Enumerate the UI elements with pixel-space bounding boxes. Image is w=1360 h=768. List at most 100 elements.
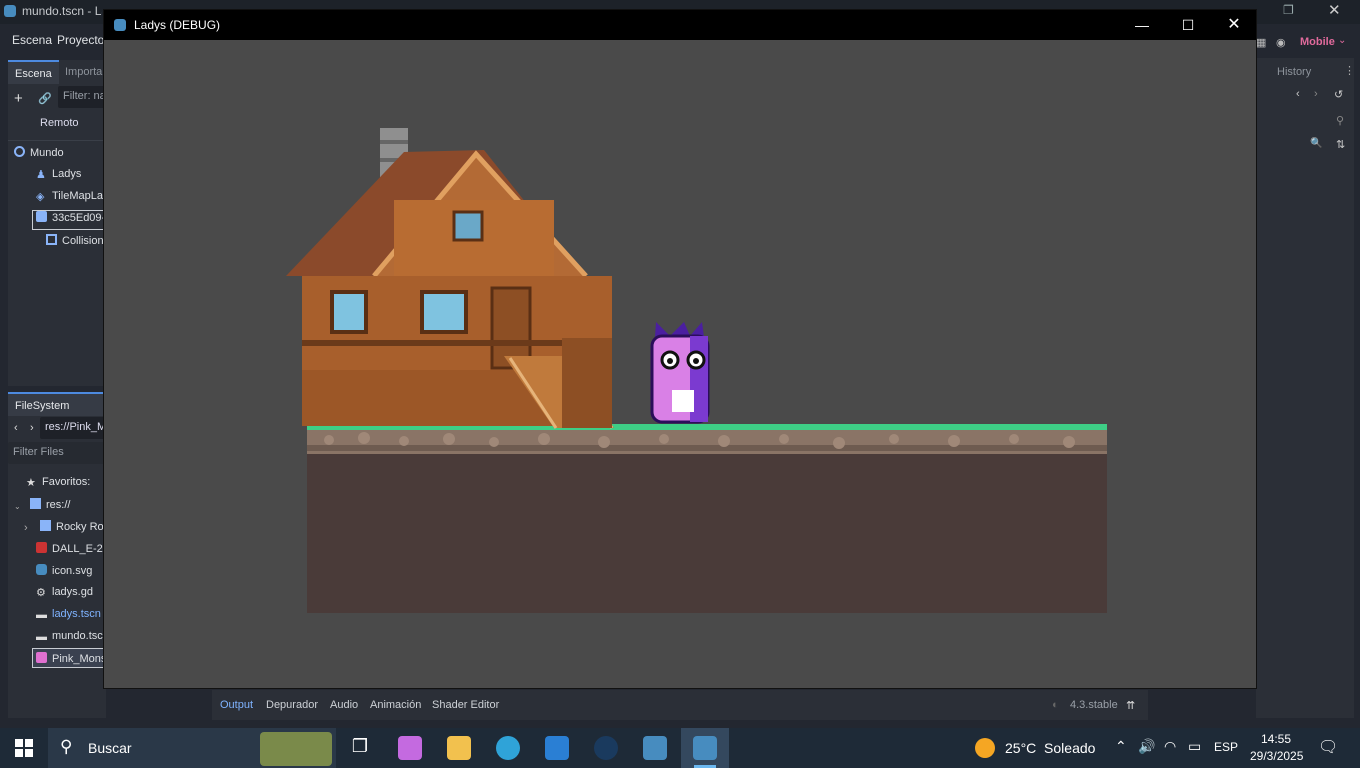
game-window-title: Ladys (DEBUG): [134, 18, 221, 32]
bottom-panel: Output Depurador Audio Animación Shader …: [212, 690, 1148, 720]
tab-shader-editor[interactable]: Shader Editor: [432, 699, 499, 711]
clock-time[interactable]: 14:55: [1261, 732, 1291, 746]
tab-depurador[interactable]: Depurador: [266, 699, 318, 711]
filter-files-input[interactable]: Filter Files: [8, 442, 106, 464]
remote-button[interactable]: Remoto: [40, 117, 79, 129]
godot-icon: [114, 19, 126, 31]
link-icon[interactable]: 🔗: [38, 92, 52, 105]
add-node-icon[interactable]: +: [14, 90, 23, 107]
movie-icon[interactable]: ◉: [1276, 36, 1286, 49]
maximize-button[interactable]: ☐: [1165, 10, 1211, 40]
search-highlight-image: [260, 732, 332, 766]
game-titlebar: Ladys (DEBUG) — ☐ ✕: [104, 10, 1256, 40]
tab-audio[interactable]: Audio: [330, 699, 358, 711]
tree-item-mundo[interactable]: Mundo: [14, 146, 64, 168]
minimize-button[interactable]: —: [1119, 10, 1165, 40]
editor-title: mundo.tscn - Ladys - Godot Engine: [22, 4, 102, 18]
godot-icon: [4, 5, 16, 17]
chevron-down-icon[interactable]: ⌄: [1338, 35, 1346, 46]
tilemap-icon: ◈: [36, 191, 45, 203]
favorites-item[interactable]: ★ Favoritos:: [26, 476, 90, 498]
clock-date[interactable]: 29/3/2025: [1250, 749, 1303, 763]
path-input[interactable]: res://Pink_M: [40, 417, 106, 439]
tree-item-collisionshape[interactable]: CollisionShape: [46, 234, 106, 256]
chevron-right-icon: ›: [24, 522, 28, 534]
log-cabin: [286, 128, 614, 429]
sprite-icon: [36, 211, 47, 222]
chevron-up-icon[interactable]: ⌃: [1115, 738, 1127, 755]
stone-platform: [307, 430, 1107, 454]
task-view-icon[interactable]: ❐: [348, 736, 372, 760]
dock-menu-icon[interactable]: ⋮: [1344, 64, 1355, 77]
game-viewport[interactable]: [104, 40, 1256, 688]
tab-filesystem[interactable]: FileSystem: [8, 392, 106, 416]
folder-icon: [40, 520, 51, 531]
res-root-item[interactable]: ⌄ res://: [14, 498, 70, 520]
language-indicator[interactable]: ESP: [1214, 740, 1238, 754]
file-item-pink-monster[interactable]: Pink_Monst: [32, 648, 106, 668]
scene-icon: ▬: [36, 609, 47, 621]
close-button[interactable]: ✕: [1211, 10, 1257, 40]
folder-icon: [30, 498, 41, 509]
notifications-icon[interactable]: 🗨: [1318, 737, 1338, 757]
tab-animacion[interactable]: Animación: [370, 699, 421, 711]
godot-debug-icon[interactable]: [693, 736, 717, 760]
copilot-icon[interactable]: [398, 736, 422, 760]
update-spinner-icon: ◐: [1052, 699, 1059, 711]
gear-icon: ⚙: [36, 587, 46, 599]
battery-icon[interactable]: ▭: [1188, 738, 1201, 755]
game-debug-window[interactable]: Ladys (DEBUG) — ☐ ✕: [103, 9, 1257, 689]
filter-nodes-input[interactable]: Filter: nam: [58, 86, 106, 108]
forward-icon[interactable]: ›: [30, 422, 34, 434]
search-box[interactable]: ⚲ Buscar: [48, 728, 336, 768]
wifi-icon[interactable]: ◠: [1164, 738, 1176, 755]
file-item-dalle[interactable]: DALL_E-202: [36, 542, 106, 564]
edge-icon[interactable]: [496, 736, 520, 760]
restore-icon[interactable]: ❐: [1283, 3, 1294, 17]
back-icon[interactable]: ‹: [1296, 88, 1300, 100]
chevron-down-icon: ⌄: [14, 502, 21, 511]
node2d-icon: [14, 146, 25, 157]
steam-icon[interactable]: [594, 736, 618, 760]
volume-icon[interactable]: 🔊: [1138, 738, 1155, 755]
collision-icon: [46, 234, 57, 245]
weather-text[interactable]: 25°C Soleado: [1005, 740, 1095, 756]
file-item-ladys-tscn[interactable]: ▬ ladys.tscn: [36, 608, 101, 630]
scene-icon: ▬: [36, 631, 47, 643]
tree-item-sprite[interactable]: 33c5Ed09-a: [32, 210, 106, 230]
windows-start-icon[interactable]: [15, 739, 33, 757]
file-item-ladys-gd[interactable]: ⚙ ladys.gd: [36, 586, 93, 608]
tree-item-tilemaplayer[interactable]: ◈TileMapLayer: [36, 190, 106, 212]
godot-icon[interactable]: [643, 736, 667, 760]
menu-proyecto[interactable]: Proyecto: [57, 33, 104, 47]
sort-icon[interactable]: ⇅: [1336, 138, 1345, 151]
file-item-rocky-road[interactable]: ›Rocky Road: [24, 520, 106, 542]
file-item-icon-svg[interactable]: icon.svg: [36, 564, 92, 586]
filesystem-dock: FileSystem ‹ › res://Pink_M Filter Files…: [8, 392, 106, 718]
search-icon[interactable]: 🔍: [1310, 138, 1322, 149]
remote-debug-icon[interactable]: ▦: [1256, 36, 1266, 49]
back-icon[interactable]: ‹: [14, 422, 18, 434]
windows-taskbar: ⚲ Buscar ❐ 25°C Soleado ⌃ 🔊 ◠ ▭ ESP 14:5…: [0, 728, 1360, 768]
vscode-icon[interactable]: [545, 736, 569, 760]
tree-item-ladys[interactable]: ♟ Ladys: [36, 168, 81, 190]
file-explorer-icon[interactable]: [447, 736, 471, 760]
image-icon: [36, 652, 47, 663]
tab-escena[interactable]: Escena: [8, 60, 59, 84]
godot-icon: [36, 564, 47, 575]
history-icon[interactable]: ↺: [1334, 88, 1343, 101]
expand-panel-icon[interactable]: ⇈: [1126, 699, 1135, 712]
close-icon[interactable]: ✕: [1328, 1, 1341, 19]
history-dock: History ⋮ ‹ › ↺ ⚲ 🔍 ⇅: [1256, 58, 1355, 718]
search-icon[interactable]: ⚲: [1336, 114, 1344, 127]
weather-sun-icon[interactable]: [975, 738, 995, 758]
renderer-select[interactable]: Mobile: [1300, 36, 1335, 48]
forward-icon[interactable]: ›: [1314, 88, 1318, 100]
version-label: 4.3.stable: [1070, 699, 1118, 711]
tab-output[interactable]: Output: [220, 699, 253, 711]
search-icon: ⚲: [60, 737, 73, 756]
tab-history[interactable]: History: [1270, 60, 1318, 84]
star-icon: ★: [26, 477, 36, 489]
menu-escena[interactable]: Escena: [12, 33, 52, 47]
divider: [8, 140, 106, 141]
